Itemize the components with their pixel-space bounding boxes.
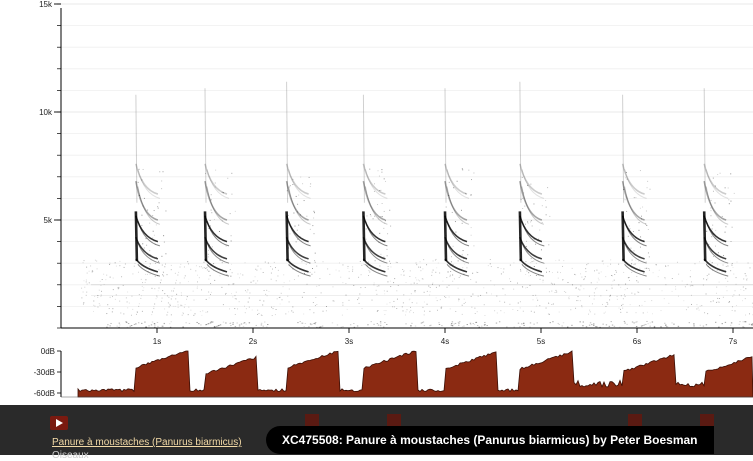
x-tick-label: 5s xyxy=(537,337,545,345)
waveform-envelope xyxy=(78,351,753,397)
spectrogram: 5k 10k 15k 1s 2s 3s 4s 5s 6s 7s xyxy=(0,0,753,345)
call-mark xyxy=(445,88,474,276)
db-tick-label: -60dB xyxy=(34,389,55,398)
call-mark xyxy=(136,95,167,277)
db-tick-label: 0dB xyxy=(41,347,55,356)
recording-caption: XC475508: Panure à moustaches (Panurus b… xyxy=(266,426,714,454)
y-tick-label: 5k xyxy=(44,216,53,225)
x-tick-label: 7s xyxy=(729,337,737,345)
waveform: 0dB -30dB -60dB xyxy=(0,345,753,405)
call-mark xyxy=(287,82,316,276)
call-mark xyxy=(623,95,651,276)
recording-subtitle: Oiseaux xyxy=(52,450,89,461)
call-mark xyxy=(363,95,391,276)
x-tick-label: 2s xyxy=(249,337,257,345)
play-button[interactable] xyxy=(50,416,68,430)
play-icon xyxy=(56,419,63,427)
y-tick-label: 10k xyxy=(39,108,53,117)
sonogram-viewer: 5k 10k 15k 1s 2s 3s 4s 5s 6s 7s 0dB -30dB -60dB xyxy=(0,0,753,418)
y-tick-label: 15k xyxy=(39,0,53,9)
db-tick-label: -30dB xyxy=(34,368,55,377)
x-tick-label: 3s xyxy=(345,337,353,345)
recording-title-link[interactable]: Panure à moustaches (Panurus biarmicus) xyxy=(52,437,242,448)
call-mark xyxy=(704,88,735,276)
x-tick-label: 4s xyxy=(441,337,449,345)
x-tick-label: 6s xyxy=(633,337,641,345)
x-tick-label: 1s xyxy=(153,337,161,345)
call-mark xyxy=(205,88,236,276)
spectrogram-noise xyxy=(81,259,753,328)
call-mark xyxy=(520,82,550,276)
